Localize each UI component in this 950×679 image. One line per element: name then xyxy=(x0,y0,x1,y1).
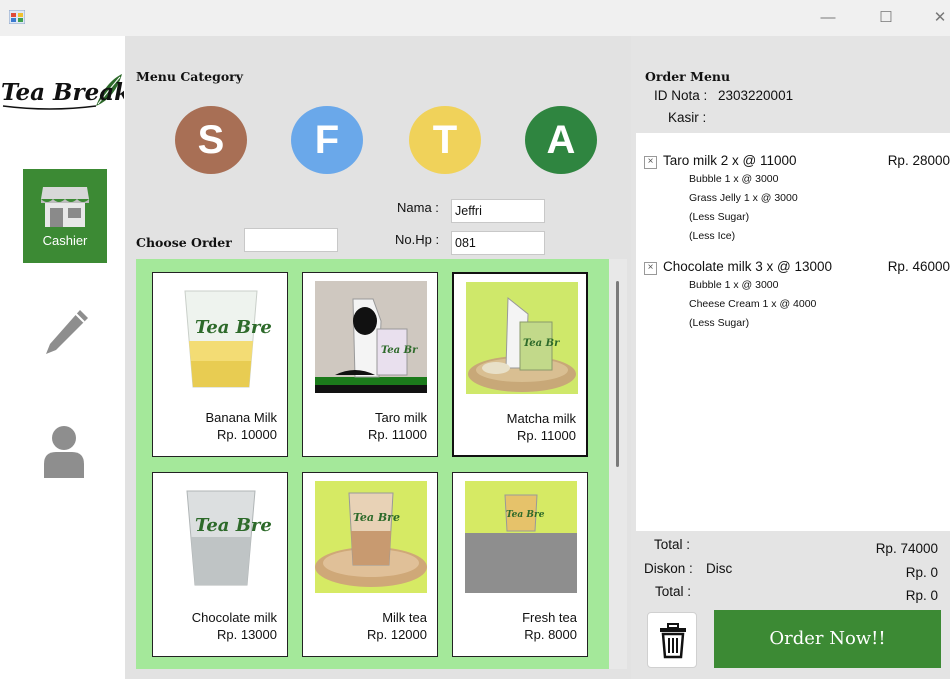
id-nota-label: ID Nota : xyxy=(654,88,708,103)
close-button[interactable]: ✕ xyxy=(930,8,950,28)
trash-icon xyxy=(660,623,686,659)
pencil-icon[interactable] xyxy=(40,306,92,358)
order-item-price: Rp. 28000 xyxy=(887,153,950,168)
order-now-button[interactable]: Order Now!! xyxy=(714,610,941,668)
product-price: Rp. 13000 xyxy=(217,627,277,642)
product-price: Rp. 11000 xyxy=(516,428,576,443)
category-t-button[interactable]: T xyxy=(409,106,481,174)
svg-text:Tea Bre: Tea Bre xyxy=(195,317,272,338)
category-s-button[interactable]: S xyxy=(175,106,247,174)
id-nota-value: 2303220001 xyxy=(718,88,794,103)
product-card-banana-milk[interactable]: Tea Bre Banana Milk Rp. 10000 xyxy=(152,272,288,457)
remove-item-icon[interactable]: × xyxy=(644,156,657,169)
clear-order-button[interactable] xyxy=(647,612,697,668)
grand-total-value: Rp. 0 xyxy=(905,588,938,603)
store-icon xyxy=(41,187,89,227)
order-item-title: Taro milk 2 x @ 11000 xyxy=(663,153,797,168)
tea-break-logo: Tea Break xyxy=(1,74,124,110)
order-item-price: Rp. 46000 xyxy=(887,259,950,274)
product-name: Taro milk xyxy=(374,410,427,425)
kasir-label: Kasir : xyxy=(668,110,707,125)
product-price: Rp. 10000 xyxy=(217,427,277,442)
product-card-chocolate-milk[interactable]: Tea Bre Chocolate milk Rp. 13000 xyxy=(152,472,288,657)
order-item-detail: Bubble 1 x @ 3000 xyxy=(689,279,779,291)
product-name: Matcha milk xyxy=(506,411,576,426)
product-card-matcha-milk[interactable]: Tea Br Matcha milk Rp. 11000 xyxy=(452,272,588,457)
svg-text:Tea Br: Tea Br xyxy=(381,345,418,356)
choose-order-input[interactable] xyxy=(244,228,338,252)
diskon-label: Diskon : xyxy=(644,561,693,576)
menu-category-label: Menu Category xyxy=(136,69,244,84)
order-item-detail: (Less Sugar) xyxy=(689,211,750,223)
svg-text:Tea Bre: Tea Bre xyxy=(353,511,400,524)
chocolate-milk-image: Tea Bre xyxy=(165,481,277,593)
minimize-button[interactable]: — xyxy=(818,8,838,28)
order-item-detail: (Less Ice) xyxy=(689,230,736,242)
banana-milk-image: Tea Bre xyxy=(165,281,277,393)
order-item-detail: Bubble 1 x @ 3000 xyxy=(689,173,779,185)
milk-tea-image: Tea Bre xyxy=(315,481,427,593)
nama-input[interactable]: Jeffri xyxy=(451,199,545,223)
product-name: Banana Milk xyxy=(205,410,277,425)
svg-text:Tea Br: Tea Br xyxy=(523,338,560,349)
order-item-detail: (Less Sugar) xyxy=(689,317,750,329)
product-name: Fresh tea xyxy=(522,610,577,625)
maximize-button[interactable]: ☐ xyxy=(876,8,896,28)
product-card-milk-tea[interactable]: Tea Bre Milk tea Rp. 12000 xyxy=(302,472,438,657)
diskon-name: Disc xyxy=(706,561,733,576)
taro-milk-image: Tea Br xyxy=(315,281,427,393)
svg-text:Tea Break: Tea Break xyxy=(1,79,124,106)
order-menu-title: Order Menu xyxy=(645,69,731,84)
choose-order-label: Choose Order xyxy=(136,235,232,250)
nama-label: Nama : xyxy=(397,200,439,215)
order-panel: Order Menu ID Nota : 2303220001 Kasir : … xyxy=(631,36,950,679)
product-price: Rp. 12000 xyxy=(367,627,427,642)
category-f-button[interactable]: F xyxy=(291,106,363,174)
svg-text:Tea Bre: Tea Bre xyxy=(506,510,545,520)
order-list: × Taro milk 2 x @ 11000 Rp. 28000 Bubble… xyxy=(636,133,950,531)
svg-text:Tea Bre: Tea Bre xyxy=(195,515,272,536)
order-item-detail: Cheese Cream 1 x @ 4000 xyxy=(689,298,817,310)
app-icon xyxy=(9,10,25,24)
diskon-value: Rp. 0 xyxy=(905,565,938,580)
grand-total-label: Total : xyxy=(655,584,692,599)
user-icon[interactable] xyxy=(42,424,86,478)
order-item-title: Chocolate milk 3 x @ 13000 xyxy=(663,259,833,274)
sidebar: Tea Break Cashier xyxy=(0,36,125,679)
category-a-button[interactable]: A xyxy=(525,106,597,174)
main-panel: Menu Category S F T A Nama : Jeffri No.H… xyxy=(125,36,631,679)
order-item-detail: Grass Jelly 1 x @ 3000 xyxy=(689,192,798,204)
product-name: Chocolate milk xyxy=(191,610,277,625)
product-grid: Tea Bre Banana Milk Rp. 10000 Tea Br Tar… xyxy=(136,259,609,669)
scroll-thumb[interactable] xyxy=(616,281,619,467)
product-grid-scrollbar[interactable] xyxy=(609,259,627,669)
fresh-tea-image: Tea Bre xyxy=(465,481,577,593)
title-bar: — ☐ ✕ xyxy=(0,0,950,36)
subtotal-label: Total : xyxy=(654,537,691,552)
subtotal-value: Rp. 74000 xyxy=(875,541,938,556)
product-card-taro-milk[interactable]: Tea Br Taro milk Rp. 11000 xyxy=(302,272,438,457)
nohp-input[interactable]: 081 xyxy=(451,231,545,255)
matcha-milk-image: Tea Br xyxy=(466,282,578,394)
product-price: Rp. 8000 xyxy=(524,627,577,642)
sidebar-item-label: Cashier xyxy=(42,233,88,248)
product-name: Milk tea xyxy=(382,610,427,625)
remove-item-icon[interactable]: × xyxy=(644,262,657,275)
nohp-label: No.Hp : xyxy=(395,232,440,247)
product-price: Rp. 11000 xyxy=(367,427,427,442)
product-card-fresh-tea[interactable]: Tea Bre Fresh tea Rp. 8000 xyxy=(452,472,588,657)
sidebar-item-cashier[interactable]: Cashier xyxy=(23,169,107,263)
